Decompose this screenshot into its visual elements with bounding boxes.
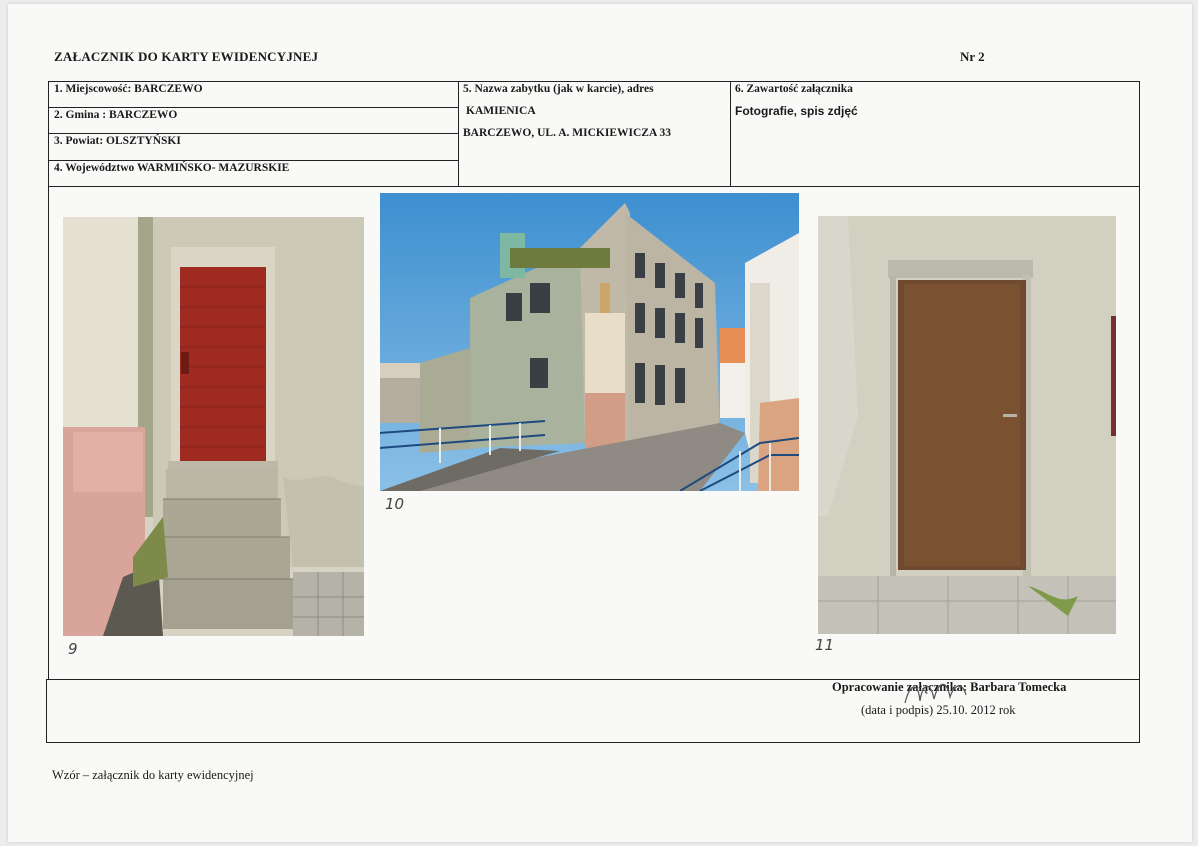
field-miejscowosc: 1. Miejscowość: BARCZEWO xyxy=(54,83,203,95)
photo-number-10: 10 xyxy=(385,495,405,513)
photo-brown-door xyxy=(818,216,1116,634)
document-title: ZAŁACZNIK DO KARTY EWIDENCYJNEJ xyxy=(54,49,319,64)
field-wojewodztwo: 4. Województwo WARMIŃSKO- MAZURSKIE xyxy=(54,162,290,174)
template-note: Wzór – załącznik do karty ewidencyjnej xyxy=(52,768,254,782)
photo-building-street xyxy=(380,193,799,491)
field-zawartosc-value: Fotografie, spis zdjęć xyxy=(735,104,858,118)
photo-red-door xyxy=(63,217,364,636)
field-zawartosc-label: 6. Zawartość załącznika xyxy=(735,83,853,95)
handwritten-signature xyxy=(904,683,967,704)
document-number: Nr 2 xyxy=(960,49,985,64)
field-nazwa-label: 5. Nazwa zabytku (jak w karcie), adres xyxy=(463,83,654,95)
field-adres-value: BARCZEWO, UL. A. MICKIEWICZA 33 xyxy=(463,127,671,139)
field-gmina: 2. Gmina : BARCZEWO xyxy=(54,109,178,121)
photo-number-11: 11 xyxy=(815,636,835,654)
field-nazwa-value: KAMIENICA xyxy=(466,105,536,117)
photo-number-9: 9 xyxy=(68,640,78,658)
field-powiat: 3. Powiat: OLSZTYŃSKI xyxy=(54,135,181,147)
